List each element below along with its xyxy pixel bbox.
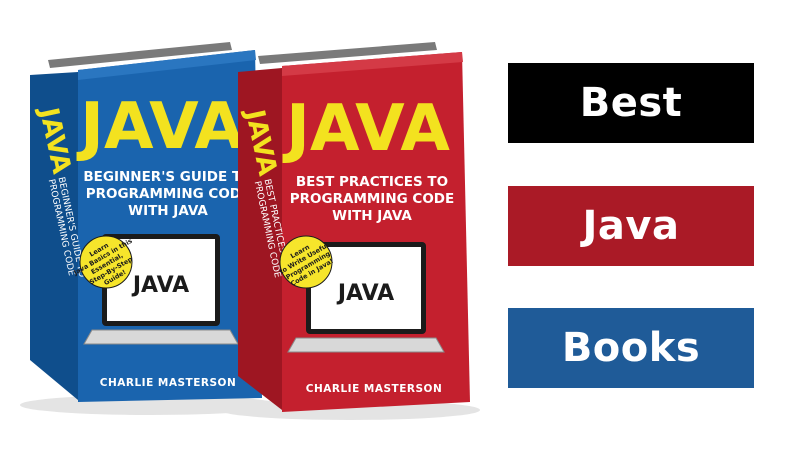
- cover-title: JAVA: [282, 92, 450, 166]
- cover-subtitle-2: PROGRAMMING CODE: [86, 186, 250, 202]
- cover-subtitle-2: PROGRAMMING CODE: [290, 191, 454, 207]
- red-book: JAVA BEST PRACTICES TO PROGRAMMING CODE …: [220, 42, 480, 420]
- cover-subtitle-3: WITH JAVA: [332, 208, 412, 224]
- cover-title: JAVA: [76, 90, 244, 164]
- laptop-base: [287, 337, 445, 353]
- laptop-screen-text: JAVA: [131, 273, 189, 298]
- laptop-base: [83, 329, 239, 345]
- cover-author: CHARLIE MASTERSON: [306, 383, 442, 395]
- headline-best-text: Best: [579, 80, 683, 126]
- headline-books-box: Books: [508, 308, 754, 388]
- headline-java-text: Java: [582, 203, 680, 249]
- laptop-screen-text: JAVA: [336, 281, 394, 306]
- cover-author: CHARLIE MASTERSON: [100, 377, 236, 389]
- headline-java-box: Java: [508, 186, 754, 266]
- cover-subtitle-1: BEST PRACTICES TO: [296, 174, 448, 190]
- cover-subtitle-3: WITH JAVA: [128, 203, 208, 219]
- cover-subtitle-1: BEGINNER'S GUIDE TO: [83, 169, 252, 185]
- headline-best-box: Best: [508, 63, 754, 143]
- headline-books-text: Books: [561, 325, 701, 371]
